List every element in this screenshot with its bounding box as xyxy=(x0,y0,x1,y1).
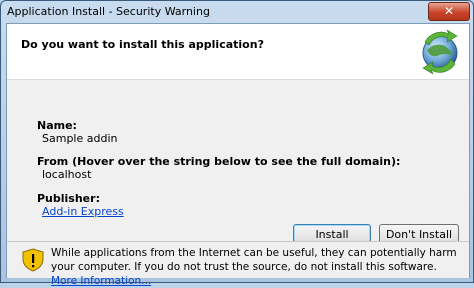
warning-message: While applications from the Internet can… xyxy=(51,246,463,288)
warning-shield-icon xyxy=(22,248,44,272)
from-value[interactable]: localhost xyxy=(42,168,91,181)
publisher-link[interactable]: Add-in Express xyxy=(42,205,124,218)
name-value: Sample addin xyxy=(42,132,118,145)
warning-text: While applications from the Internet can… xyxy=(51,247,457,273)
dialog-client-area: Do you want to install this application?… xyxy=(6,23,470,287)
security-warning-dialog: Application Install - Security Warning ✕… xyxy=(0,0,474,287)
publisher-label: Publisher: xyxy=(37,192,100,205)
name-label: Name: xyxy=(37,119,77,132)
close-button[interactable]: ✕ xyxy=(428,2,470,21)
dialog-header: Do you want to install this application? xyxy=(7,24,469,80)
install-question: Do you want to install this application? xyxy=(21,38,264,51)
dialog-body: Name: Sample addin From (Hover over the … xyxy=(7,80,469,245)
security-warning-footer: While applications from the Internet can… xyxy=(7,241,469,287)
window-title: Application Install - Security Warning xyxy=(7,5,210,18)
from-label: From (Hover over the string below to see… xyxy=(37,155,401,168)
title-bar[interactable]: Application Install - Security Warning ✕ xyxy=(1,1,473,23)
clickonce-app-icon xyxy=(422,29,458,74)
more-information-link[interactable]: More Information... xyxy=(51,275,151,287)
